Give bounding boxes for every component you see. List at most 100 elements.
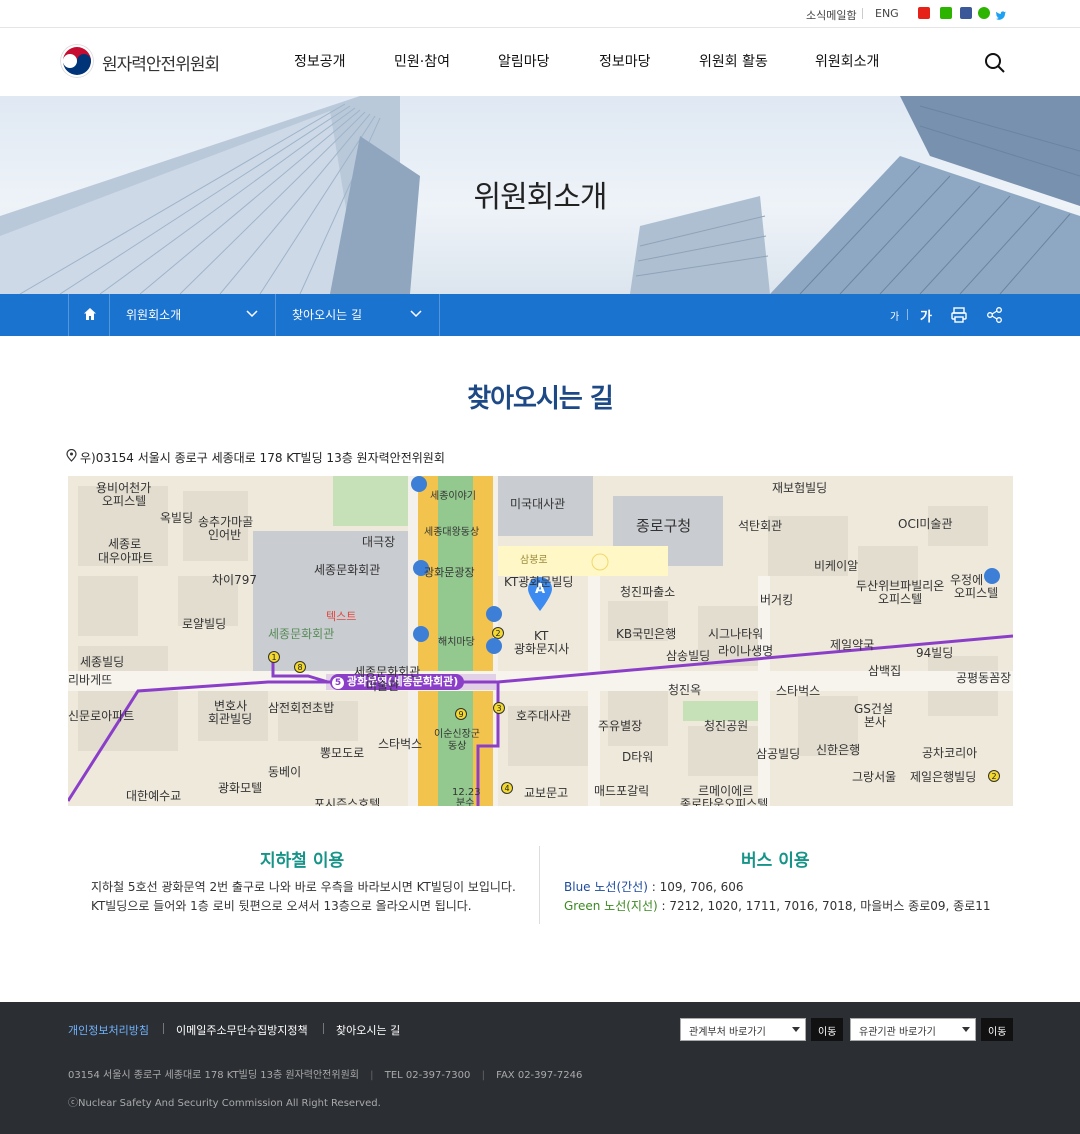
footer-address: 03154 서울시 종로구 세종대로 178 KT빌딩 13층 원자력안전위원회	[68, 1070, 359, 1081]
nav-info[interactable]: 정보마당	[599, 51, 651, 71]
map-label: 광화모텔	[218, 781, 263, 795]
map-label: 해치마당	[438, 637, 475, 648]
email-policy-link[interactable]: 이메일주소무단수집방지정책	[176, 1022, 308, 1038]
footer-tel: TEL 02-397-7300	[384, 1070, 471, 1081]
map-label: 분수	[456, 798, 475, 806]
related-ministry-go-button[interactable]: 이동	[811, 1018, 844, 1041]
home-icon[interactable]	[68, 294, 110, 336]
map-label: 포시즌스호텔	[314, 797, 381, 807]
exit-marker: 3	[493, 702, 505, 714]
exit-marker: 4	[501, 782, 513, 794]
directions-link[interactable]: 찾아오시는 길	[336, 1022, 400, 1038]
map-label: 뽕모도로	[320, 746, 365, 760]
map-label: 대우아파트	[98, 551, 154, 565]
map-label: 대극장	[362, 535, 396, 549]
twitter-icon[interactable]	[995, 7, 1007, 20]
exit-marker: 9	[455, 708, 467, 720]
map-label: 삼봉로	[520, 555, 548, 566]
footer: 개인정보처리방침 이메일주소무단수집방지정책 찾아오시는 길 관계부처 바로가기…	[0, 1002, 1080, 1134]
nav-info-disclosure[interactable]: 정보공개	[294, 51, 346, 71]
subway-text-2: KT빌딩으로 들어와 1층 로비 뒷편으로 오셔서 13층으로 올라오시면 됩니…	[91, 899, 472, 913]
nav-notice[interactable]: 알림마당	[498, 51, 550, 71]
nav-about-committee[interactable]: 위원회소개	[815, 51, 879, 71]
nav-committee-activity[interactable]: 위원회 활동	[699, 51, 768, 71]
location-menu-2[interactable]: 찾아오시는 길	[276, 294, 440, 336]
map-label: KB국민은행	[616, 627, 677, 641]
map-label: 주유별장	[598, 719, 643, 733]
map-label: 시그나타워	[708, 627, 764, 641]
news-mail-link[interactable]: 소식메일함	[806, 7, 857, 23]
print-icon[interactable]	[950, 306, 968, 324]
map-label: D타워	[622, 750, 654, 764]
exit-marker: 2	[988, 770, 1000, 782]
search-icon[interactable]	[984, 52, 1006, 74]
blog-icon[interactable]	[940, 7, 952, 19]
privacy-policy-link[interactable]: 개인정보처리방침	[68, 1022, 149, 1038]
map-label: 세종빌딩	[80, 655, 125, 669]
bus-stop-icon	[984, 568, 1000, 584]
bus-green-label: Green 노선(지선)	[564, 899, 658, 913]
bus-stop-icon	[486, 606, 502, 622]
map-label: 동베이	[268, 765, 302, 779]
bus-title: 버스 이용	[741, 851, 810, 871]
map-label: 청진공원	[704, 719, 749, 733]
map-label: 로얄빌딩	[182, 617, 227, 631]
map-label: 본사	[864, 715, 887, 729]
map-label: 공평동꼼장	[956, 671, 1012, 685]
logo-emblem-icon[interactable]	[60, 44, 94, 78]
affiliated-org-select[interactable]: 유관기관 바로가기	[850, 1018, 976, 1041]
post-icon[interactable]	[978, 7, 990, 19]
location-menu-2-label: 찾아오시는 길	[292, 308, 363, 322]
map-label: 세종문화회관	[314, 563, 381, 577]
header: 원자력안전위원회 정보공개 민원·참여 알림마당 정보마당 위원회 활동 위원회…	[0, 28, 1080, 96]
subway-title: 지하철 이용	[260, 851, 345, 871]
map-label: 스타벅스	[776, 684, 821, 698]
location-menu-1[interactable]: 위원회소개	[110, 294, 276, 336]
affiliated-org-go-button[interactable]: 이동	[981, 1018, 1014, 1041]
exit-marker: 8	[294, 661, 306, 673]
footer-copyright: ⓒNuclear Safety And Security Commission …	[68, 1098, 381, 1109]
bus-blue-label: Blue 노선(간선)	[564, 880, 648, 894]
related-ministry-select[interactable]: 관계부처 바로가기	[680, 1018, 806, 1041]
font-size-large-button[interactable]: 가	[920, 306, 932, 325]
related-ministry-select-value: 관계부처 바로가기	[689, 1027, 766, 1038]
map-label: 종로구청	[636, 517, 692, 535]
map-label: 차이797	[212, 573, 257, 587]
map-label: 제일약국	[830, 638, 875, 652]
chevron-down-icon	[792, 1027, 800, 1032]
nav-civil-participation[interactable]: 민원·참여	[394, 51, 450, 71]
location-map[interactable]: 5 광화문역(세종문화회관) 1 8 2 3 9 4 2 A 용비어천가 오피스텔…	[68, 476, 1013, 806]
map-label: 삼송빌딩	[666, 649, 711, 663]
map-label: 옥빌딩	[160, 511, 194, 525]
bus-stop-icon	[413, 626, 429, 642]
map-label: 삼전회전초밥	[268, 701, 335, 715]
share-icon[interactable]	[986, 306, 1004, 324]
map-label: 재보험빌딩	[772, 481, 828, 495]
map-label: 스타벅스	[378, 737, 423, 751]
map-label: 공차코리아	[922, 746, 978, 760]
visual-title: 위원회소개	[473, 180, 608, 215]
map-label: 삼공빌딩	[756, 747, 801, 761]
map-label: 세종대왕동상	[424, 527, 480, 538]
map-label: 광화문광장	[424, 566, 475, 579]
map-label: 석탄회관	[738, 519, 783, 533]
utility-bar: 소식메일함 ENG	[0, 0, 1080, 28]
chevron-down-icon	[962, 1027, 970, 1032]
page-title: 찾아오시는 길	[467, 384, 614, 414]
bus-green-line: Green 노선(지선) : 7212, 1020, 1711, 7016, 7…	[564, 897, 991, 916]
map-label: KT광화문빌딩	[504, 575, 574, 589]
map-label: 세종문화회관	[354, 665, 421, 679]
address-text: 우)03154 서울시 종로구 세종대로 178 KT빌딩 13층 원자력안전위…	[80, 451, 445, 465]
eng-link[interactable]: ENG	[875, 7, 899, 20]
bus-green-routes: : 7212, 1020, 1711, 7016, 7018, 마을버스 종로0…	[657, 899, 991, 913]
youtube-icon[interactable]	[918, 7, 930, 19]
exit-marker: 1	[268, 651, 280, 663]
font-size-small-button[interactable]: 가	[890, 308, 899, 323]
logo-text[interactable]: 원자력안전위원회	[102, 50, 220, 75]
facebook-icon[interactable]	[960, 7, 972, 19]
bus-stop-icon	[411, 476, 427, 492]
divider	[163, 1023, 164, 1034]
map-label: 신문로아파트	[68, 709, 135, 723]
affiliated-org-select-value: 유관기관 바로가기	[859, 1027, 936, 1038]
location-pin-icon	[66, 449, 77, 462]
